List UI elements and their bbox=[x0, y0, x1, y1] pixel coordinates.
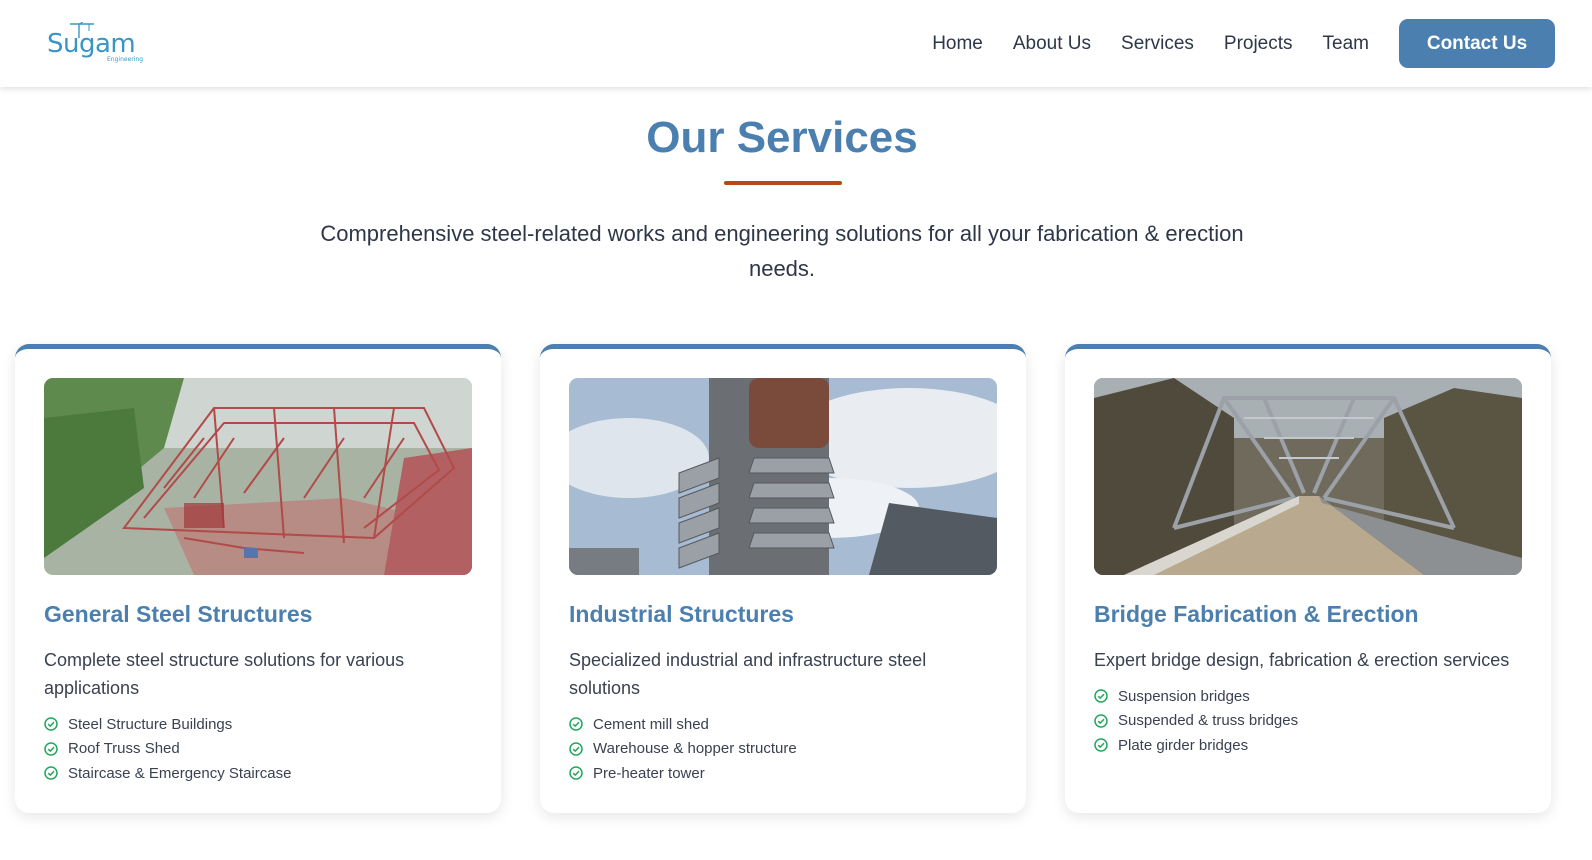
crane-icon bbox=[70, 21, 94, 38]
list-item: Cement mill shed bbox=[569, 712, 997, 737]
list-item: Warehouse & hopper structure bbox=[569, 737, 997, 762]
list-item: Pre-heater tower bbox=[569, 761, 997, 786]
list-item: Suspension bridges bbox=[1094, 684, 1522, 709]
nav-home[interactable]: Home bbox=[932, 33, 983, 55]
section-subtitle: Comprehensive steel-related works and en… bbox=[320, 221, 1244, 281]
check-circle-icon bbox=[569, 742, 583, 756]
feature-label: Cement mill shed bbox=[593, 715, 709, 733]
card-description: Expert bridge design, fabrication & erec… bbox=[1094, 650, 1510, 670]
list-item: Plate girder bridges bbox=[1094, 733, 1522, 758]
check-circle-icon bbox=[1094, 714, 1108, 728]
feature-label: Suspended & truss bridges bbox=[1118, 712, 1299, 730]
card-description: Complete steel structure solutions for v… bbox=[44, 650, 405, 698]
check-circle-icon bbox=[569, 766, 583, 781]
service-card-bridge: Bridge Fabrication & Erection Expert bri… bbox=[1065, 344, 1551, 813]
nav-projects[interactable]: Projects bbox=[1224, 33, 1293, 55]
feature-label: Warehouse & hopper structure bbox=[593, 740, 797, 758]
logo-subtitle: Engineering bbox=[107, 55, 143, 63]
check-circle-icon bbox=[44, 766, 58, 781]
service-card-general-steel: General Steel Structures Complete steel … bbox=[15, 344, 501, 813]
nav-services[interactable]: Services bbox=[1121, 33, 1194, 55]
feature-label: Staircase & Emergency Staircase bbox=[68, 764, 292, 782]
service-card-industrial: Industrial Structures Specialized indust… bbox=[540, 344, 1026, 813]
check-circle-icon bbox=[44, 742, 58, 756]
feature-label: Roof Truss Shed bbox=[68, 740, 180, 758]
nav-about-us[interactable]: About Us bbox=[1013, 33, 1091, 55]
steel-truss-roof-photo bbox=[44, 378, 472, 575]
list-item: Staircase & Emergency Staircase bbox=[44, 761, 472, 786]
feature-list: Cement mill shed Warehouse & hopper stru… bbox=[569, 712, 997, 786]
site-header: Sugam Engineering Home About Us Services… bbox=[0, 0, 1592, 87]
list-item: Roof Truss Shed bbox=[44, 737, 472, 762]
section-title: Our Services bbox=[646, 113, 918, 162]
check-circle-icon bbox=[1094, 689, 1108, 704]
contact-us-button[interactable]: Contact Us bbox=[1399, 19, 1555, 68]
check-circle-icon bbox=[569, 717, 583, 732]
list-item: Steel Structure Buildings bbox=[44, 712, 472, 737]
card-title: Industrial Structures bbox=[569, 601, 794, 627]
feature-label: Suspension bridges bbox=[1118, 687, 1250, 705]
feature-list: Steel Structure Buildings Roof Truss She… bbox=[44, 712, 472, 786]
feature-label: Plate girder bridges bbox=[1118, 736, 1249, 754]
feature-label: Steel Structure Buildings bbox=[68, 715, 233, 733]
nav-team[interactable]: Team bbox=[1323, 33, 1369, 55]
list-item: Suspended & truss bridges bbox=[1094, 709, 1522, 734]
check-circle-icon bbox=[44, 717, 58, 732]
main-nav: Home About Us Services Projects Team Con… bbox=[932, 19, 1555, 68]
card-description: Specialized industrial and infrastructur… bbox=[569, 650, 927, 698]
brand-logo[interactable]: Sugam Engineering bbox=[47, 19, 147, 69]
title-divider bbox=[724, 181, 842, 185]
feature-list: Suspension bridges Suspended & truss bri… bbox=[1094, 684, 1522, 758]
steel-truss-bridge-photo bbox=[1094, 378, 1522, 575]
card-title: Bridge Fabrication & Erection bbox=[1094, 601, 1419, 627]
card-title: General Steel Structures bbox=[44, 601, 313, 627]
feature-label: Pre-heater tower bbox=[593, 764, 705, 782]
check-circle-icon bbox=[1094, 738, 1108, 753]
industrial-tower-photo bbox=[569, 378, 997, 575]
